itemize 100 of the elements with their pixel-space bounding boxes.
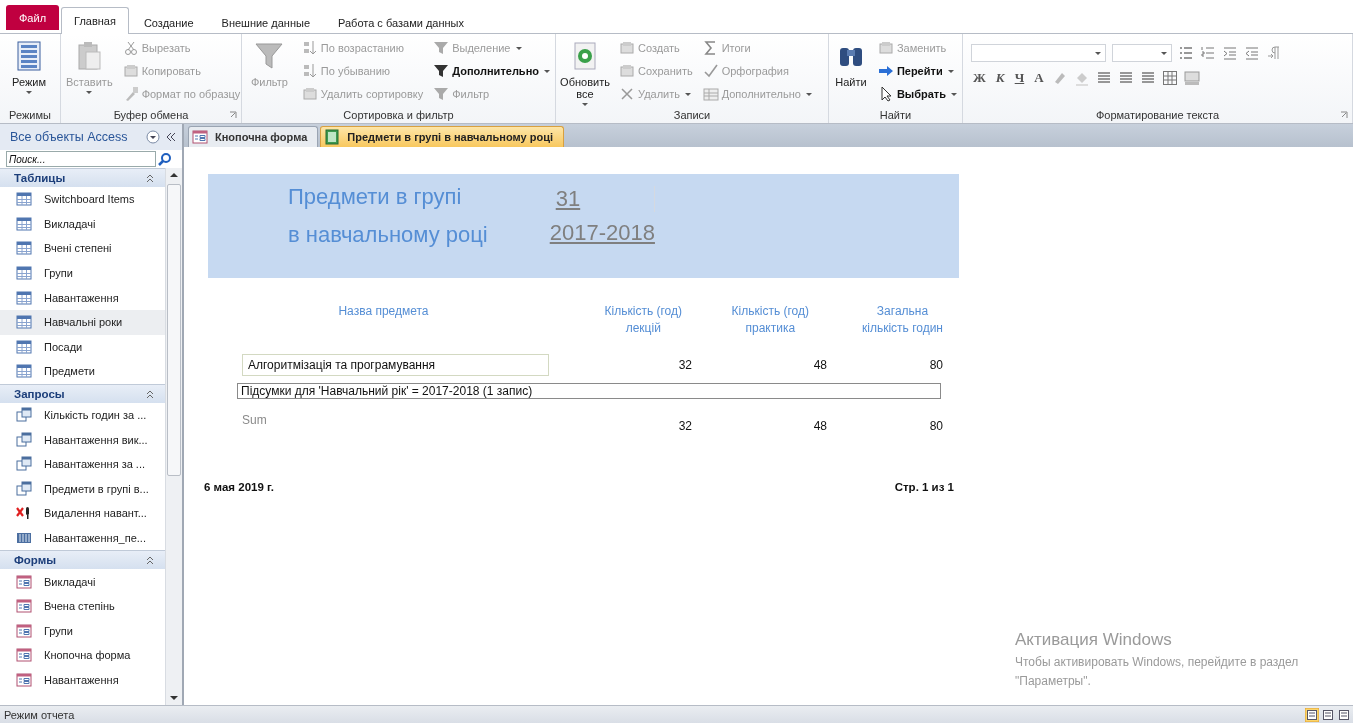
font-color-button[interactable]: A (1032, 70, 1046, 86)
group-label: Записи (673, 109, 711, 121)
align-icon[interactable] (1095, 70, 1112, 86)
navigation-item[interactable]: Навантаження за ... (0, 451, 165, 477)
scroll-up-icon[interactable] (169, 170, 179, 180)
funnel-icon (433, 40, 450, 56)
section-header[interactable]: Запросы (0, 383, 165, 403)
indent-icon[interactable] (1222, 45, 1238, 61)
view-icon[interactable] (1305, 707, 1319, 722)
column-header: Назва предмета (337, 303, 430, 320)
section-header[interactable]: Формы (0, 550, 165, 570)
navigation-item[interactable]: Навантаження вик... (0, 427, 165, 452)
view-icon[interactable] (1321, 707, 1335, 722)
ribbon-large-button[interactable]: Обновить все (559, 38, 611, 107)
status-text: Режим отчета (4, 708, 75, 721)
navigation-item[interactable]: Навчальні роки (0, 309, 165, 335)
navigation-item[interactable]: Навантаження (0, 285, 165, 310)
sum-cell-text: 32 (677, 419, 692, 433)
navigation-item[interactable]: Викладачі (0, 569, 165, 594)
paragraph-direction-icon[interactable] (1266, 45, 1282, 61)
dropdown-circle-icon[interactable] (146, 130, 160, 144)
ribbon-large-button[interactable]: Режим (3, 38, 55, 107)
file-tab[interactable]: Файл (6, 5, 60, 30)
table-icon (702, 86, 719, 102)
ribbon-button[interactable]: Перейти (875, 61, 959, 81)
table-icon (16, 191, 32, 208)
navigation-item[interactable]: Предмети (0, 359, 165, 384)
ribbon-button[interactable]: Дополнительно (431, 61, 552, 81)
navigation-item[interactable]: Групи (0, 260, 165, 286)
navigation-item[interactable]: Групи (0, 618, 165, 644)
table-icon (16, 338, 32, 355)
navigation-item[interactable]: Вчені степені (0, 236, 165, 261)
navigation-item[interactable]: Кількість годин за ... (0, 402, 165, 428)
align-icon[interactable] (1117, 70, 1134, 86)
caret-icon (26, 91, 32, 94)
delete-icon (16, 505, 32, 522)
ribbon-tab[interactable]: Создание (130, 10, 207, 34)
form-icon (16, 622, 32, 639)
scrollbar[interactable] (165, 168, 182, 705)
numbered-list-icon[interactable] (1200, 45, 1216, 61)
activation-text: Чтобы активировать Windows, перейдите в раздел "Параметры". (1015, 654, 1300, 690)
navigation-item[interactable]: Предмети в групі в... (0, 476, 165, 502)
scroll-down-icon[interactable] (169, 693, 179, 703)
caret-icon (544, 69, 550, 73)
ribbon-tab[interactable]: Главная (61, 7, 129, 34)
group-summary: Підсумки для 'Навчальний рік' = 2017-2018 (1 запис) (237, 383, 941, 399)
arrow-icon (877, 63, 894, 79)
table-icon (16, 363, 32, 380)
subject-cell: Алгоритмізація та програмування (242, 354, 549, 376)
row-color-icon[interactable] (1183, 70, 1200, 86)
year-value: 2017-2018 (549, 220, 655, 246)
dialog-launcher-icon[interactable] (229, 111, 237, 119)
navigation-item[interactable]: Викладачі (0, 211, 165, 237)
navigation-item[interactable]: Вчена степінь (0, 593, 165, 619)
search-icon[interactable] (158, 152, 172, 166)
outdent-icon[interactable] (1244, 45, 1260, 61)
group-label: Сортировка и фильтр (343, 109, 454, 121)
align-icon[interactable] (1139, 70, 1156, 86)
ribbon-large-button[interactable]: Найти (832, 38, 870, 107)
font-name-combo[interactable] (971, 44, 1106, 62)
search-field[interactable]: Поиск... (6, 151, 156, 167)
form-icon (16, 672, 32, 688)
table-cell-text: 80 (928, 358, 943, 372)
collapse-pane-icon[interactable] (164, 130, 178, 144)
bullet-list-icon[interactable] (1178, 45, 1194, 61)
dialog-launcher-icon[interactable] (1340, 111, 1348, 119)
sort-ascending-icon (301, 40, 318, 56)
query-icon (16, 480, 32, 497)
grid-icon (16, 530, 32, 546)
ribbon-tab[interactable]: Внешние данные (208, 10, 323, 34)
table-icon (16, 240, 32, 257)
caret-icon (685, 92, 691, 96)
table-icon (16, 265, 32, 282)
navigation-item[interactable]: Навантаження (0, 667, 165, 693)
navigation-item[interactable]: Switchboard Items (0, 187, 165, 212)
caret-icon (805, 92, 812, 96)
view-icon[interactable] (1337, 707, 1351, 722)
italic-button[interactable]: К (993, 70, 1007, 86)
gridlines-icon[interactable] (1161, 70, 1178, 86)
table-icon (16, 289, 32, 306)
underline-button[interactable]: Ч (1012, 70, 1027, 86)
navigation-item[interactable]: Навантаження_пе... (0, 525, 165, 551)
form-icon (16, 598, 32, 615)
form-icon (192, 129, 208, 145)
scroll-thumb[interactable] (167, 184, 181, 476)
ribbon-tab[interactable]: Работа с базами данных (325, 10, 477, 34)
document-tab[interactable]: Кнопочна форма (188, 126, 319, 147)
funnel-icon (433, 86, 450, 102)
font-size-combo[interactable] (1112, 44, 1172, 62)
navigation-item[interactable]: Кнопочна форма (0, 643, 165, 668)
navigation-item[interactable]: Видалення навант... (0, 501, 165, 526)
sum-cell-text: 48 (812, 419, 827, 433)
section-header[interactable]: Таблицы (0, 168, 165, 187)
document-tab[interactable]: Предмети в групі в навчальному році (320, 126, 564, 147)
column-header: Кількість (год) лекцій (604, 303, 682, 337)
ribbon-button[interactable]: Выбрать (875, 84, 959, 104)
bold-button[interactable]: Ж (971, 70, 988, 86)
navigation-item[interactable]: Посади (0, 334, 165, 360)
fill-color-icon[interactable] (1073, 70, 1090, 86)
caret-icon (951, 92, 957, 96)
